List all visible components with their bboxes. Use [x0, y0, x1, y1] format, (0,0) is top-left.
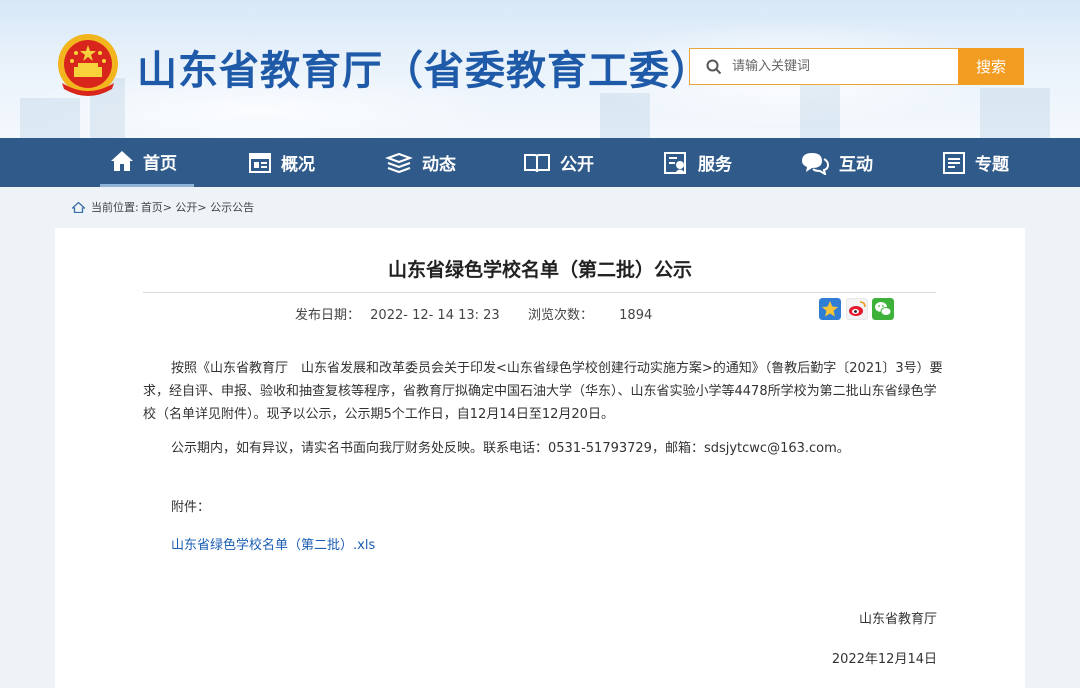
service-icon [664, 151, 686, 174]
overview-icon [249, 152, 271, 173]
national-emblem-icon [58, 34, 118, 96]
book-icon [524, 153, 550, 172]
search-input[interactable] [732, 59, 932, 74]
article-card: 山东省绿色学校名单（第二批）公示 发布日期： 2022- 12- 14 13: … [55, 228, 1025, 688]
nav-item-label: 专题 [975, 155, 1009, 175]
view-count: 浏览次数： 1894 [528, 304, 652, 323]
chat-icon [802, 152, 830, 175]
nav-item-label: 服务 [698, 155, 732, 175]
home-icon [111, 151, 133, 171]
article-paragraph: 按照《山东省教育厅 山东省发展和改革委员会关于印发<山东省绿色学校创建行动实施方… [143, 361, 943, 422]
nav-item-label: 首页 [143, 153, 177, 174]
publish-label: 发布日期： [295, 308, 361, 323]
breadcrumb: 当前位置: 首页> 公开> 公示公告 [72, 199, 254, 215]
sign-date: 2022年12月14日 [831, 652, 937, 667]
views-label: 浏览次数： [528, 308, 594, 323]
signature: 山东省教育厅 [858, 612, 937, 627]
weibo-icon[interactable] [846, 298, 868, 320]
nav-item-label: 互动 [839, 155, 873, 175]
breadcrumb-path[interactable]: 首页> 公开> 公示公告 [141, 199, 254, 215]
nav-item-topic[interactable]: 专题 [942, 138, 1009, 187]
nav-item-home[interactable]: 首页 [100, 138, 194, 187]
publish-value: 2022- 12- 14 13: 23 [370, 308, 500, 323]
search-box[interactable] [689, 48, 959, 85]
attachment-label: 附件： [171, 500, 211, 515]
nav-item-public[interactable]: 公开 [523, 138, 594, 187]
article-paragraph: 公示期内，如有异议，请实名书面向我厅财务处反映。联系电话：0531-517937… [171, 441, 850, 456]
nav-item-news[interactable]: 动态 [385, 138, 456, 187]
site-title: 山东省教育厅（省委教育工委） [137, 48, 711, 94]
publish-date: 发布日期： 2022- 12- 14 13: 23 [295, 304, 500, 323]
breadcrumb-prefix: 当前位置: [91, 201, 139, 214]
title-divider [143, 292, 936, 293]
topic-icon [943, 151, 965, 174]
site-header: 山东省教育厅（省委教育工委） 搜索 [0, 0, 1080, 138]
search-button[interactable]: 搜索 [958, 48, 1024, 85]
qzone-icon[interactable] [819, 298, 841, 320]
nav-item-overview[interactable]: 概况 [248, 138, 315, 187]
main-nav: 首页 概况 动态 公开 服务 互动 专题 [0, 138, 1080, 187]
views-value: 1894 [619, 308, 653, 323]
skyline-building [20, 98, 80, 138]
search-icon [706, 59, 722, 74]
news-stack-icon [385, 152, 413, 173]
wechat-icon[interactable] [872, 298, 894, 320]
nav-item-service[interactable]: 服务 [663, 138, 732, 187]
skyline-building [600, 93, 650, 138]
article-title: 山东省绿色学校名单（第二批）公示 [387, 259, 692, 281]
nav-item-label: 动态 [422, 155, 456, 175]
skyline-building [980, 88, 1050, 138]
nav-item-label: 公开 [560, 155, 594, 175]
nav-item-interact[interactable]: 互动 [800, 138, 873, 187]
nav-item-label: 概况 [281, 155, 315, 175]
home-small-icon [72, 201, 85, 213]
attachment-link[interactable]: 山东省绿色学校名单（第二批）.xls [171, 534, 375, 553]
